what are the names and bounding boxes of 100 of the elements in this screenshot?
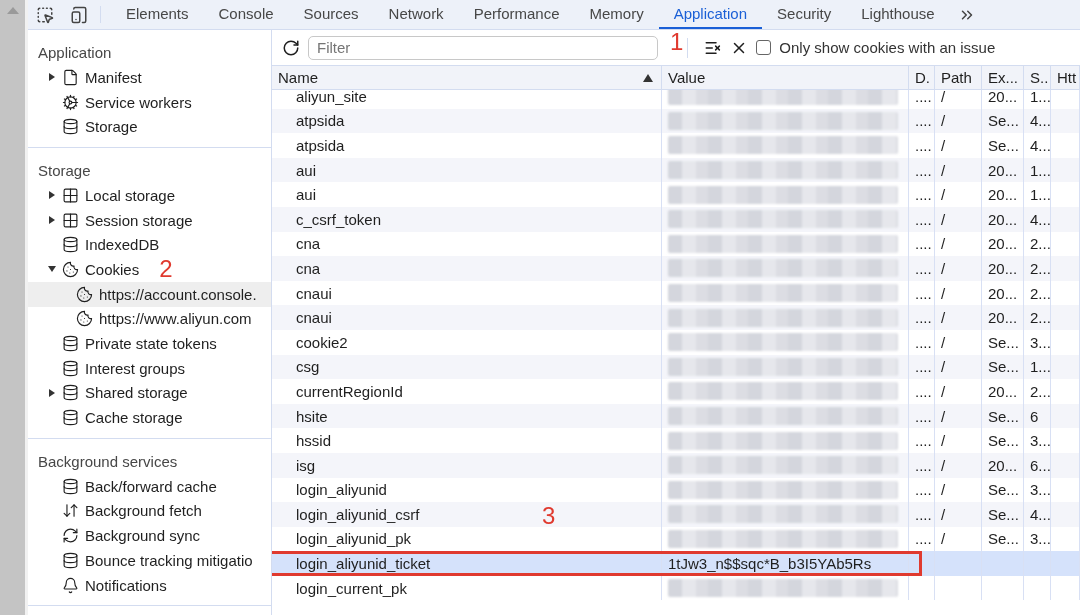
scrollbar[interactable] bbox=[0, 0, 28, 615]
table-row[interactable]: c_csrf_token .... / 20... 4... bbox=[272, 206, 1080, 232]
size-text: 2... bbox=[1030, 309, 1050, 327]
path-text: / bbox=[941, 530, 946, 548]
size-text: 6... bbox=[1030, 456, 1050, 474]
sidebar-item[interactable]: https://account.console. bbox=[28, 281, 271, 307]
tab[interactable]: Application bbox=[658, 0, 763, 29]
column-header[interactable]: Ex... bbox=[982, 66, 1024, 89]
table-row[interactable]: login_aliyunid_csrf 3 .... / Se... 4... bbox=[272, 502, 1080, 527]
sidebar-item[interactable]: Background fetch bbox=[28, 498, 271, 524]
sidebar-item[interactable]: Storage bbox=[28, 114, 271, 140]
cookie-name: aui bbox=[295, 186, 317, 204]
annotation-number: 2 bbox=[159, 257, 173, 282]
column-title: D. bbox=[915, 69, 930, 86]
path-text: / bbox=[941, 309, 946, 327]
sidebar-item[interactable]: Manifest bbox=[28, 65, 271, 90]
path-text: / bbox=[941, 161, 946, 179]
item-label: Cache storage bbox=[85, 409, 183, 427]
database-icon bbox=[62, 384, 79, 402]
path-text: / bbox=[941, 259, 946, 277]
sidebar-item[interactable]: Session storage bbox=[28, 207, 271, 233]
domain-text: .... bbox=[915, 407, 932, 425]
expand-arrow-icon[interactable] bbox=[48, 73, 56, 82]
table-row[interactable]: csg .... / Se... 1... bbox=[272, 354, 1080, 380]
expires-text: 20... bbox=[988, 210, 1018, 228]
gear-icon bbox=[62, 93, 79, 111]
sidebar-item[interactable]: Cache storage bbox=[28, 405, 271, 430]
cookie-name: csg bbox=[295, 358, 320, 376]
table-icon bbox=[62, 186, 79, 204]
expand-arrow-icon[interactable] bbox=[48, 191, 56, 200]
tab[interactable]: Sources bbox=[288, 0, 374, 29]
tab[interactable]: Lighthouse bbox=[846, 0, 950, 29]
column-header[interactable]: D. bbox=[909, 66, 935, 89]
item-label: Back/forward cache bbox=[85, 477, 217, 495]
item-label: IndexedDB bbox=[85, 236, 160, 254]
sidebar-item[interactable]: Back/forward cache bbox=[28, 473, 271, 499]
path-text: / bbox=[941, 358, 946, 376]
table-row[interactable]: hsite .... / Se... 6 bbox=[272, 403, 1080, 429]
expand-arrow-icon[interactable] bbox=[48, 265, 56, 274]
database-icon bbox=[62, 118, 79, 136]
sidebar-item[interactable]: Shared storage bbox=[28, 380, 271, 406]
tab[interactable]: Elements bbox=[111, 0, 204, 29]
tab[interactable]: Memory bbox=[574, 0, 659, 29]
item-label: Service workers bbox=[85, 93, 192, 111]
table-row[interactable]: aui .... / 20... 1... bbox=[272, 157, 1080, 183]
path-text: / bbox=[941, 284, 946, 302]
database-icon bbox=[62, 236, 79, 254]
size-text: 3... bbox=[1030, 481, 1050, 499]
table-row[interactable]: isg .... / 20... 6... bbox=[272, 452, 1080, 478]
column-header[interactable]: Name bbox=[272, 66, 662, 89]
item-label: Background fetch bbox=[85, 502, 202, 520]
expand-arrow-icon[interactable] bbox=[48, 216, 56, 225]
sidebar-item[interactable]: Local storage bbox=[28, 183, 271, 208]
cookie-value: 1tJw3_n$$sqc*B_b3I5YAb5Rs bbox=[668, 555, 872, 573]
size-text: 3... bbox=[1030, 432, 1050, 450]
expires-text: Se... bbox=[988, 358, 1019, 376]
database-icon bbox=[62, 409, 79, 427]
path-text: / bbox=[941, 90, 946, 105]
table-row[interactable]: cna .... / 20... 2... bbox=[272, 256, 1080, 281]
sidebar-item[interactable]: Private state tokens bbox=[28, 331, 271, 356]
refresh-icon[interactable] bbox=[282, 38, 300, 57]
table-row[interactable]: cnaui .... / 20... 2... bbox=[272, 305, 1080, 330]
size-text: 1... bbox=[1030, 161, 1050, 179]
tab[interactable]: Network bbox=[373, 0, 459, 29]
checkbox[interactable] bbox=[756, 40, 772, 55]
path-text: / bbox=[941, 137, 946, 154]
path-text: / bbox=[941, 407, 946, 425]
domain-text: .... bbox=[915, 432, 932, 450]
expires-text: Se... bbox=[988, 432, 1019, 450]
table-row[interactable]: atpsida .... / Se... 4... bbox=[272, 108, 1080, 134]
sidebar-item[interactable]: Background sync bbox=[28, 523, 271, 548]
tab[interactable]: Performance bbox=[458, 0, 575, 29]
sidebar-item[interactable]: Cookies 2 bbox=[28, 257, 271, 282]
sidebar-item[interactable]: IndexedDB bbox=[28, 232, 271, 258]
expires-text: 20... bbox=[988, 382, 1018, 400]
path-text: / bbox=[941, 186, 946, 204]
cookie-name: hssid bbox=[295, 432, 332, 450]
tab[interactable]: Console bbox=[203, 0, 289, 29]
expires-text: 20... bbox=[988, 284, 1018, 302]
table-row[interactable]: login_aliyunid_ticket 1tJw3_n$$sqc*B_b3I5YAb5Rs bbox=[272, 551, 1080, 576]
sidebar-item[interactable]: Bounce tracking mitigatio bbox=[28, 548, 271, 573]
sidebar-item[interactable]: https://www.aliyun.com bbox=[28, 306, 271, 332]
database-icon bbox=[62, 359, 79, 377]
tab[interactable]: Security bbox=[762, 0, 847, 29]
path-text: / bbox=[941, 505, 946, 523]
size-text: 6 bbox=[1030, 407, 1039, 425]
filter-field[interactable]: Filter bbox=[308, 35, 658, 60]
column-header[interactable]: Htt bbox=[1051, 66, 1080, 89]
column-header[interactable]: S.. bbox=[1024, 66, 1051, 89]
sync-icon bbox=[62, 527, 79, 545]
expires-text: Se... bbox=[988, 333, 1019, 351]
expires-text: Se... bbox=[988, 481, 1019, 499]
column-title: S.. bbox=[1030, 69, 1049, 86]
column-header[interactable]: Path bbox=[935, 66, 982, 89]
column-header[interactable]: Value bbox=[662, 66, 909, 89]
bell-icon bbox=[62, 576, 79, 594]
sidebar-item[interactable]: Interest groups bbox=[28, 355, 271, 381]
sidebar-item[interactable]: Notifications bbox=[28, 572, 271, 598]
sidebar-item[interactable]: Service workers bbox=[28, 89, 271, 115]
expand-arrow-icon[interactable] bbox=[48, 388, 56, 397]
